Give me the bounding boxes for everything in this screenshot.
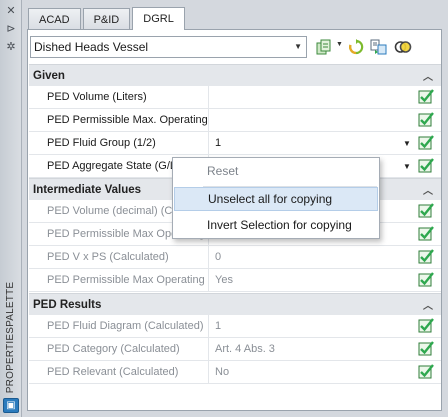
checkbox-checked-icon[interactable]	[418, 317, 435, 334]
tab-bar: ACAD P&ID DGRL	[28, 7, 187, 30]
property-value: No	[215, 366, 230, 378]
property-name: PED Fluid Diagram (Calculated)	[29, 315, 209, 337]
checkbox-checked-icon[interactable]	[418, 134, 435, 151]
table-row[interactable]: PED Permissible Max Operating ... Yes	[29, 269, 441, 292]
table-row[interactable]: PED Fluid Diagram (Calculated) 1	[29, 315, 441, 338]
settings-icon[interactable]: ✲	[3, 40, 19, 54]
property-name: PED Fluid Group (1/2)	[29, 132, 209, 154]
checkbox-checked-icon[interactable]	[418, 88, 435, 105]
tab-dgrl[interactable]: DGRL	[132, 7, 185, 30]
menu-item-invert-selection[interactable]: Invert Selection for copying	[174, 213, 378, 237]
category-title: PED Results	[33, 298, 102, 311]
property-name: PED Relevant (Calculated)	[29, 361, 209, 383]
property-value: Art. 4 Abs. 3	[215, 343, 275, 355]
menu-item-label: Reset	[207, 164, 239, 178]
table-row[interactable]: PED V x PS (Calculated) 0	[29, 246, 441, 269]
refresh-icon[interactable]	[347, 38, 365, 56]
tab-acad[interactable]: ACAD	[28, 8, 81, 30]
table-row[interactable]: PED Volume (Liters)	[29, 86, 441, 109]
checkbox-checked-icon[interactable]	[418, 340, 435, 357]
category-given[interactable]: Given ︿	[29, 64, 441, 86]
palette-title: PROPERTIESPALETTE	[5, 281, 17, 394]
property-value: Yes	[215, 274, 233, 286]
property-value: 0	[215, 251, 222, 263]
checkbox-checked-icon[interactable]	[418, 202, 435, 219]
context-menu: Reset Unselect all for copying Invert Se…	[172, 157, 380, 239]
checkbox-checked-icon[interactable]	[418, 157, 435, 174]
menu-item-label: Unselect all for copying	[208, 192, 333, 206]
property-name: PED Permissible Max Operating ...	[29, 269, 209, 291]
property-name: PED V x PS (Calculated)	[29, 246, 209, 268]
pin-icon[interactable]: ⊳	[3, 22, 19, 36]
table-row[interactable]: PED Relevant (Calculated) No	[29, 361, 441, 384]
category-title: Given	[33, 69, 65, 82]
checkbox-checked-icon[interactable]	[418, 111, 435, 128]
property-name: PED Category (Calculated)	[29, 338, 209, 360]
property-value[interactable]	[210, 86, 410, 108]
table-row[interactable]: PED Fluid Group (1/2) 1 ▼	[29, 132, 441, 155]
quick-select-icon[interactable]	[315, 38, 333, 56]
property-value: 1	[215, 320, 222, 332]
category-ped-results[interactable]: PED Results ︿	[29, 293, 441, 315]
tab-pid[interactable]: P&ID	[82, 8, 131, 30]
palette-side-strip: ✕ ⊳ ✲ PROPERTIESPALETTE ▣	[0, 0, 22, 417]
chevron-up-icon[interactable]: ︿	[423, 182, 433, 197]
property-value[interactable]	[210, 109, 410, 131]
menu-item-label: Invert Selection for copying	[207, 218, 352, 232]
object-type-select[interactable]: Dished Heads Vessel ▼	[30, 36, 307, 58]
property-value[interactable]: 1	[210, 132, 410, 154]
chevron-down-icon[interactable]: ▼	[336, 41, 343, 48]
chevron-up-icon[interactable]: ︿	[423, 297, 433, 312]
toggle-icon[interactable]	[394, 38, 412, 56]
checkbox-checked-icon[interactable]	[418, 363, 435, 380]
checkbox-checked-icon[interactable]	[418, 225, 435, 242]
checkbox-checked-icon[interactable]	[418, 271, 435, 288]
toolbar: Dished Heads Vessel ▼ ▼	[28, 30, 441, 64]
object-type-value: Dished Heads Vessel	[34, 40, 149, 54]
copy-properties-icon[interactable]	[370, 38, 388, 56]
table-row[interactable]: PED Permissible Max. Operating...	[29, 109, 441, 132]
chevron-down-icon[interactable]: ▼	[294, 42, 302, 51]
table-row[interactable]: PED Category (Calculated) Art. 4 Abs. 3	[29, 338, 441, 361]
menu-item-reset[interactable]: Reset	[174, 159, 378, 183]
chevron-down-icon[interactable]: ▼	[403, 139, 411, 148]
property-name: PED Permissible Max. Operating...	[29, 109, 209, 131]
category-title: Intermediate Values	[33, 183, 142, 196]
chevron-down-icon[interactable]: ▼	[403, 162, 411, 171]
property-name: PED Volume (Liters)	[29, 86, 209, 108]
menu-item-unselect-all[interactable]: Unselect all for copying	[174, 187, 378, 211]
palette-app-icon[interactable]: ▣	[3, 398, 19, 413]
chevron-up-icon[interactable]: ︿	[423, 68, 433, 83]
checkbox-checked-icon[interactable]	[418, 248, 435, 265]
close-icon[interactable]: ✕	[3, 4, 19, 18]
